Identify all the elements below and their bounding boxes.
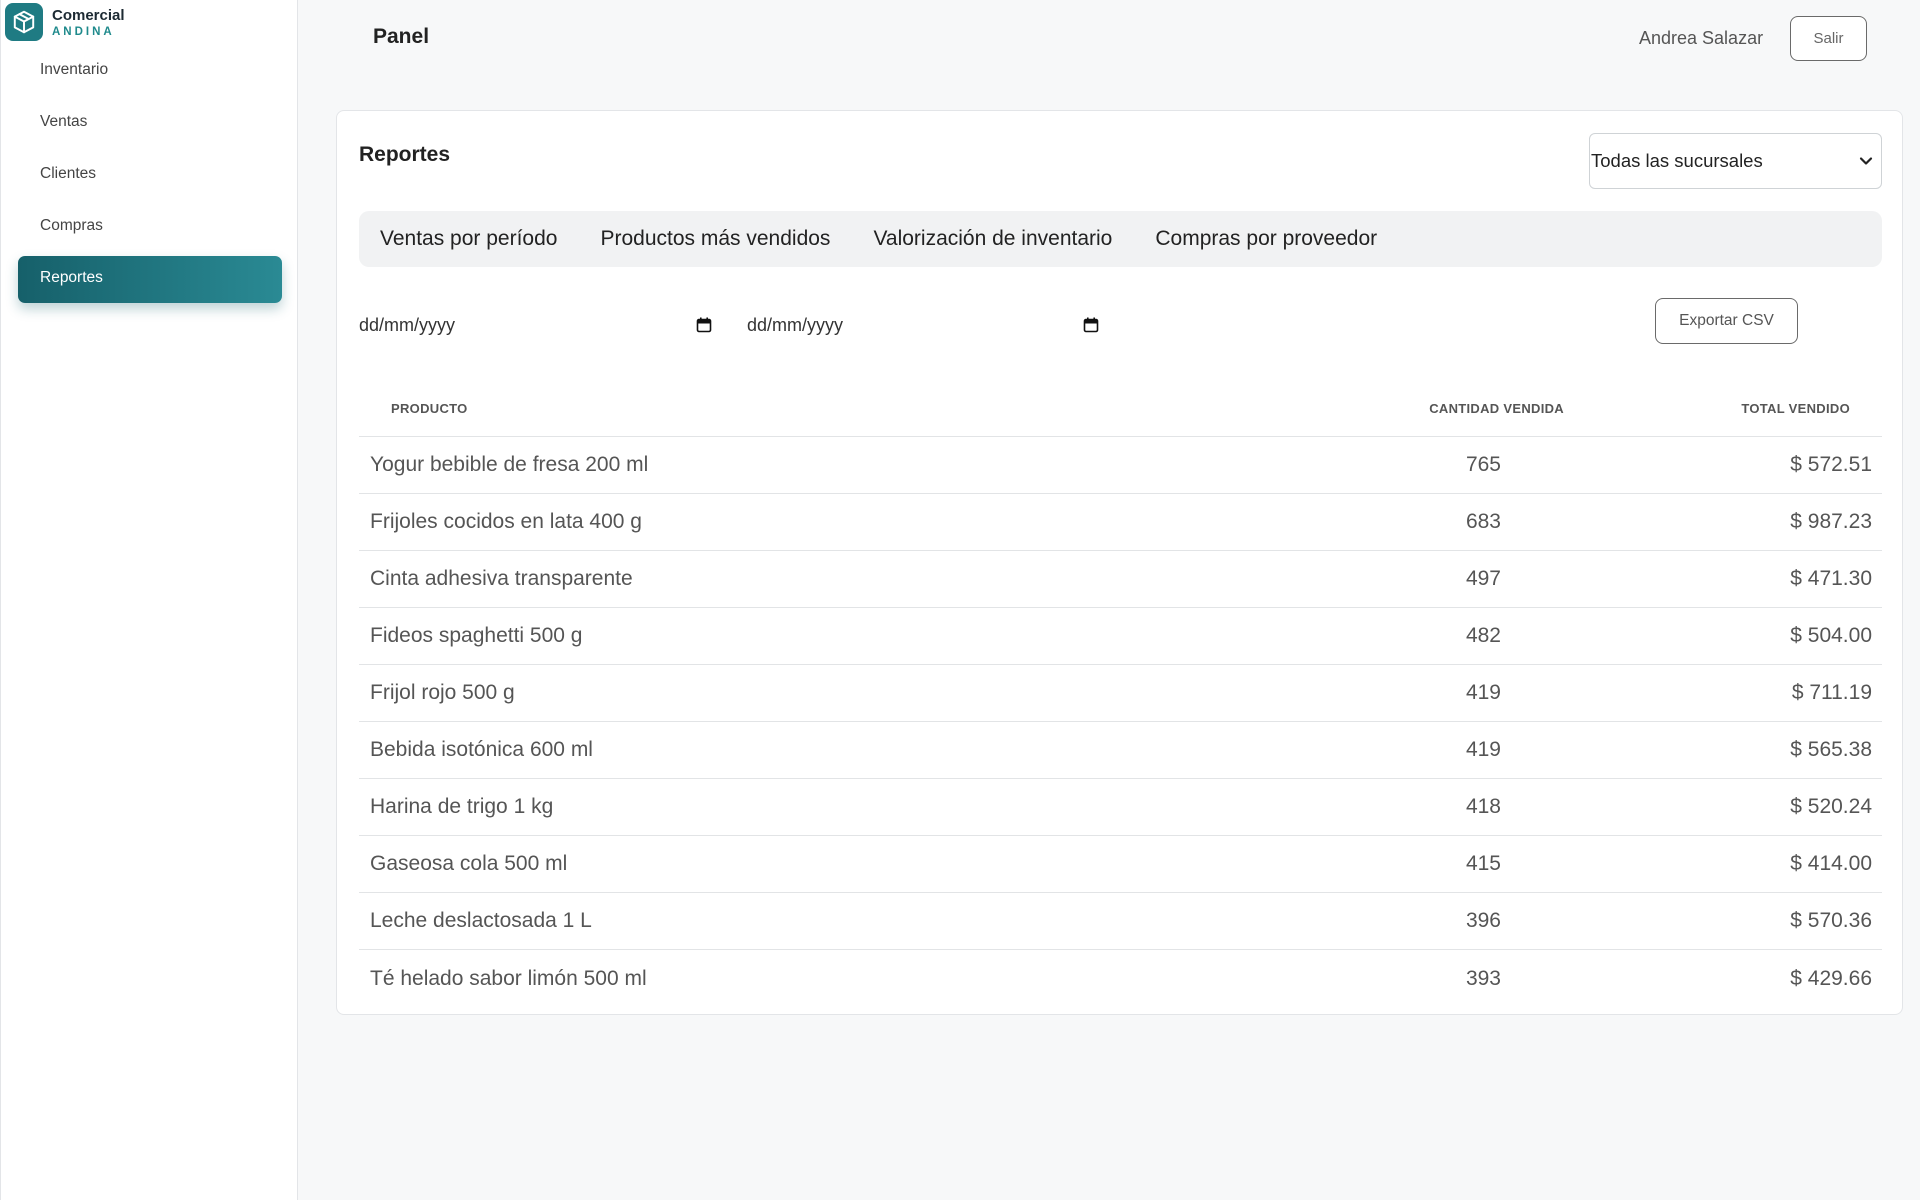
product-cell: Frijol rojo 500 g bbox=[370, 681, 515, 704]
sidebar-item-reportes[interactable]: Reportes bbox=[18, 256, 282, 303]
quantity-cell: 683 bbox=[1465, 510, 1501, 533]
box-icon bbox=[5, 3, 43, 41]
table-body: Yogur bebible de fresa 200 ml 765 $ 572.51… bbox=[359, 437, 1882, 1007]
table-row: Leche deslactosada 1 L 396 $ 570.36 bbox=[359, 893, 1882, 950]
logout-button[interactable]: Salir bbox=[1790, 16, 1867, 61]
brand[interactable]: Comercial ANDINA bbox=[5, 3, 125, 41]
sidebar-nav: Inventario Ventas Clientes Compras Repor… bbox=[18, 48, 282, 308]
table-row: Yogur bebible de fresa 200 ml 765 $ 572.51 bbox=[359, 437, 1882, 494]
branch-select[interactable]: Todas las sucursales bbox=[1589, 133, 1882, 189]
product-cell: Harina de trigo 1 kg bbox=[370, 795, 554, 818]
tab-valorizacion-inventario[interactable]: Valorización de inventario bbox=[873, 227, 1112, 251]
sidebar-item-clientes[interactable]: Clientes bbox=[18, 152, 282, 199]
quantity-cell: 419 bbox=[1465, 681, 1501, 704]
table-row: Fideos spaghetti 500 g 482 $ 504.00 bbox=[359, 608, 1882, 665]
product-cell: Gaseosa cola 500 ml bbox=[370, 852, 568, 875]
user-name: Andrea Salazar bbox=[1639, 28, 1764, 48]
sidebar-item-ventas[interactable]: Ventas bbox=[18, 100, 282, 147]
tab-productos-mas-vendidos[interactable]: Productos más vendidos bbox=[600, 227, 830, 251]
total-cell: $ 711.19 bbox=[1791, 681, 1872, 704]
total-cell: $ 414.00 bbox=[1790, 852, 1872, 875]
quantity-cell: 497 bbox=[1465, 567, 1501, 590]
table-row: Harina de trigo 1 kg 418 $ 520.24 bbox=[359, 779, 1882, 836]
date-to-placeholder: dd/mm/yyyy bbox=[747, 314, 844, 335]
quantity-cell: 482 bbox=[1465, 624, 1501, 647]
reports-card: Reportes Todas las sucursales Ventas por… bbox=[336, 110, 1903, 1015]
export-csv-button[interactable]: Exportar CSV bbox=[1655, 298, 1798, 344]
total-cell: $ 572.51 bbox=[1790, 453, 1872, 476]
date-from-placeholder: dd/mm/yyyy bbox=[359, 314, 456, 335]
product-cell: Leche deslactosada 1 L bbox=[370, 909, 592, 932]
sidebar-item-compras[interactable]: Compras bbox=[18, 204, 282, 251]
calendar-icon[interactable] bbox=[1083, 317, 1099, 333]
total-cell: $ 471.30 bbox=[1790, 567, 1872, 590]
product-cell: Bebida isotónica 600 ml bbox=[370, 738, 593, 761]
table-row: Gaseosa cola 500 ml 415 $ 414.00 bbox=[359, 836, 1882, 893]
quantity-cell: 415 bbox=[1465, 852, 1501, 875]
table-row: Frijol rojo 500 g 419 $ 711.19 bbox=[359, 665, 1882, 722]
table-row: Frijoles cocidos en lata 400 g 683 $ 987.2… bbox=[359, 494, 1882, 551]
total-cell: $ 429.66 bbox=[1790, 966, 1872, 990]
brand-name: Comercial bbox=[52, 6, 125, 24]
report-table: PRODUCTO CANTIDAD VENDIDA TOTAL VENDIDO … bbox=[359, 381, 1882, 1007]
quantity-cell: 396 bbox=[1465, 909, 1501, 932]
total-cell: $ 504.00 bbox=[1790, 624, 1872, 647]
product-cell: Cinta adhesiva transparente bbox=[370, 567, 633, 590]
column-header-cantidad: CANTIDAD VENDIDA bbox=[1429, 401, 1564, 416]
total-cell: $ 565.38 bbox=[1790, 738, 1872, 761]
chevron-down-icon bbox=[1859, 157, 1873, 165]
table-row: Cinta adhesiva transparente 497 $ 471.30 bbox=[359, 551, 1882, 608]
branch-select-value: Todas las sucursales bbox=[1591, 150, 1763, 171]
table-row: Té helado sabor limón 500 ml 393 $ 429.66 bbox=[359, 950, 1882, 1007]
report-tabs: Ventas por período Productos más vendido… bbox=[359, 211, 1882, 267]
product-cell: Frijoles cocidos en lata 400 g bbox=[370, 510, 642, 533]
column-header-producto: PRODUCTO bbox=[391, 401, 468, 416]
total-cell: $ 520.24 bbox=[1790, 795, 1872, 818]
tab-ventas-por-periodo[interactable]: Ventas por período bbox=[380, 227, 557, 251]
quantity-cell: 419 bbox=[1465, 738, 1501, 761]
total-cell: $ 570.36 bbox=[1790, 909, 1872, 932]
total-cell: $ 987.23 bbox=[1790, 510, 1872, 533]
quantity-cell: 393 bbox=[1465, 966, 1501, 990]
calendar-icon[interactable] bbox=[696, 317, 712, 333]
quantity-cell: 765 bbox=[1465, 453, 1501, 476]
sidebar-item-inventario[interactable]: Inventario bbox=[18, 48, 282, 95]
quantity-cell: 418 bbox=[1465, 795, 1501, 818]
date-to-input[interactable]: dd/mm/yyyy bbox=[747, 309, 1107, 341]
page-title: Panel bbox=[373, 25, 430, 48]
reports-title: Reportes bbox=[359, 143, 451, 166]
date-from-input[interactable]: dd/mm/yyyy bbox=[359, 309, 719, 341]
product-cell: Yogur bebible de fresa 200 ml bbox=[370, 453, 649, 476]
table-header: PRODUCTO CANTIDAD VENDIDA TOTAL VENDIDO bbox=[359, 381, 1882, 437]
table-row: Bebida isotónica 600 ml 419 $ 565.38 bbox=[359, 722, 1882, 779]
tab-compras-por-proveedor[interactable]: Compras por proveedor bbox=[1155, 227, 1377, 251]
brand-subtitle: ANDINA bbox=[52, 25, 115, 38]
product-cell: Té helado sabor limón 500 ml bbox=[370, 966, 647, 990]
sidebar: Comercial ANDINA Inventario Ventas Clien… bbox=[0, 0, 298, 1200]
column-header-total: TOTAL VENDIDO bbox=[1741, 401, 1850, 416]
product-cell: Fideos spaghetti 500 g bbox=[370, 624, 583, 647]
